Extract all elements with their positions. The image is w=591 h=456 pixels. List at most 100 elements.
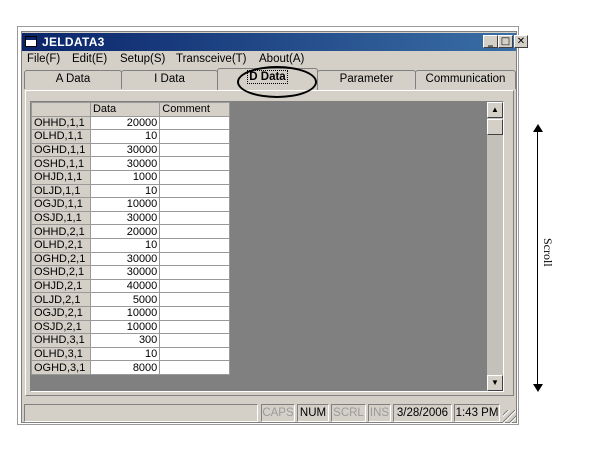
table-row[interactable]: OSJD,2,1 10000 [31,319,230,335]
comment-cell[interactable] [159,183,230,199]
table-row[interactable]: OLHD,2,1 10 [31,237,230,253]
comment-cell[interactable] [159,224,230,239]
row-name: OHJD,1,1 [31,169,91,185]
data-cell[interactable]: 10000 [89,197,161,212]
scroll-annotation-label: Scroll [541,238,555,267]
comment-cell[interactable] [159,129,230,144]
window-title: JELDATA3 [42,35,105,49]
vertical-scrollbar[interactable]: ▲ ▼ [487,102,503,391]
scroll-up-button[interactable]: ▲ [487,102,503,118]
table-row[interactable]: OHJD,1,1 1000 [31,169,230,185]
comment-cell[interactable] [159,210,230,226]
comment-cell[interactable] [159,360,230,375]
arrow-up-head [533,124,543,132]
minimize-button[interactable]: _ [483,35,498,48]
comment-cell[interactable] [159,305,230,321]
data-cell[interactable]: 30000 [89,210,161,226]
column-header-comment[interactable]: Comment [159,102,230,117]
table-row[interactable]: OGHD,1,1 30000 [31,142,230,158]
scroll-thumb[interactable] [487,119,503,135]
comment-cell[interactable] [159,265,230,280]
tab-i-data[interactable]: I Data [121,70,218,89]
data-cell[interactable]: 20000 [89,224,161,239]
data-cell[interactable]: 8000 [89,360,161,375]
table-row[interactable]: OLJD,2,1 5000 [31,292,230,307]
comment-cell[interactable] [159,156,230,171]
comment-cell[interactable] [159,142,230,158]
menu-transceive[interactable]: Transceive(T) [176,53,247,65]
table-header-row: Data Comment [31,102,230,117]
data-cell[interactable]: 5000 [89,292,161,307]
comment-cell[interactable] [159,319,230,335]
status-message-pane [24,404,258,422]
comment-cell[interactable] [159,346,230,362]
table-row[interactable]: OHHD,1,1 20000 [31,115,230,131]
tab-a-data[interactable]: A Data [24,70,122,89]
row-name: OSJD,1,1 [31,210,91,226]
scroll-down-button[interactable]: ▼ [487,375,503,391]
arrow-line [537,128,538,388]
data-cell[interactable]: 30000 [89,156,161,171]
tab-communication[interactable]: Communication [415,70,516,89]
table-row[interactable]: OHHD,3,1 300 [31,333,230,348]
data-cell[interactable]: 10 [89,346,161,362]
data-cell[interactable]: 10 [89,183,161,199]
table-row[interactable]: OGHD,3,1 8000 [31,360,230,375]
data-cell[interactable]: 20000 [89,115,161,131]
data-cell[interactable]: 10 [89,129,161,144]
comment-cell[interactable] [159,333,230,348]
maximize-button[interactable]: □ [498,35,513,48]
comment-cell[interactable] [159,292,230,307]
column-header-data[interactable]: Data [89,102,161,117]
comment-cell[interactable] [159,278,230,294]
table-row[interactable]: OLHD,3,1 10 [31,346,230,362]
table-row[interactable]: OHJD,2,1 40000 [31,278,230,294]
table-row[interactable]: OHHD,2,1 20000 [31,224,230,239]
row-name: OGJD,2,1 [31,305,91,321]
row-name: OGJD,1,1 [31,197,91,212]
close-button[interactable]: ✕ [514,35,528,48]
status-ins: INS [368,404,391,422]
row-name: OLJD,2,1 [31,292,91,307]
table-body: OHHD,1,1 20000 OLHD,1,1 10 OGHD,1,1 30000 OSHD… [31,115,230,375]
menu-edit[interactable]: Edit(E) [72,53,107,65]
comment-cell[interactable] [159,197,230,212]
row-name: OLHD,2,1 [31,237,91,253]
arrow-down-head [533,384,543,392]
data-cell[interactable]: 10 [89,237,161,253]
table-row[interactable]: OGJD,1,1 10000 [31,197,230,212]
data-cell[interactable]: 300 [89,333,161,348]
table-row[interactable]: OLJD,1,1 10 [31,183,230,199]
comment-cell[interactable] [159,251,230,267]
data-cell[interactable]: 10000 [89,319,161,335]
status-caps: CAPS [261,404,295,422]
data-cell[interactable]: 30000 [89,251,161,267]
data-cell[interactable]: 1000 [89,169,161,185]
comment-cell[interactable] [159,237,230,253]
data-cell[interactable]: 40000 [89,278,161,294]
title-bar[interactable]: JELDATA3 _ □ ✕ [22,33,528,51]
comment-cell[interactable] [159,169,230,185]
corner-header [31,102,91,117]
status-time: 1:43 PM [454,404,500,422]
table-row[interactable]: OSHD,1,1 30000 [31,156,230,171]
data-cell[interactable]: 30000 [89,265,161,280]
row-name: OSHD,1,1 [31,156,91,171]
data-cell[interactable]: 30000 [89,142,161,158]
data-cell[interactable]: 10000 [89,305,161,321]
resize-grip[interactable] [503,410,516,423]
table-row[interactable]: OSJD,1,1 30000 [31,210,230,226]
comment-cell[interactable] [159,115,230,131]
row-name: OSJD,2,1 [31,319,91,335]
table-row[interactable]: OGJD,2,1 10000 [31,305,230,321]
table-row[interactable]: OSHD,2,1 30000 [31,265,230,280]
tab-parameter[interactable]: Parameter [317,70,416,89]
table-row[interactable]: OGHD,2,1 30000 [31,251,230,267]
row-name: OHHD,2,1 [31,224,91,239]
menu-file[interactable]: File(F) [27,53,60,65]
row-name: OSHD,2,1 [31,265,91,280]
menu-about[interactable]: About(A) [259,53,304,65]
menu-setup[interactable]: Setup(S) [120,53,165,65]
row-name: OGHD,3,1 [31,360,91,375]
table-row[interactable]: OLHD,1,1 10 [31,129,230,144]
